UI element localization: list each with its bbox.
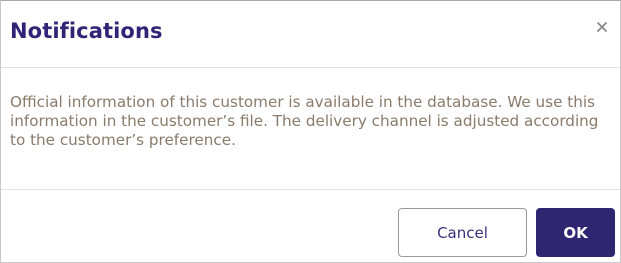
dialog-body: Official information of this customer is…	[1, 68, 620, 190]
ok-button[interactable]: OK	[536, 208, 615, 257]
dialog-title: Notifications	[10, 19, 163, 43]
dialog-message: Official information of this customer is…	[10, 93, 599, 149]
dialog-header: Notifications	[1, 1, 620, 68]
dialog-footer: Cancel OK	[1, 190, 620, 262]
cancel-button[interactable]: Cancel	[398, 208, 527, 257]
close-icon[interactable]	[593, 18, 611, 36]
notifications-dialog: Notifications Official information of th…	[0, 0, 621, 263]
